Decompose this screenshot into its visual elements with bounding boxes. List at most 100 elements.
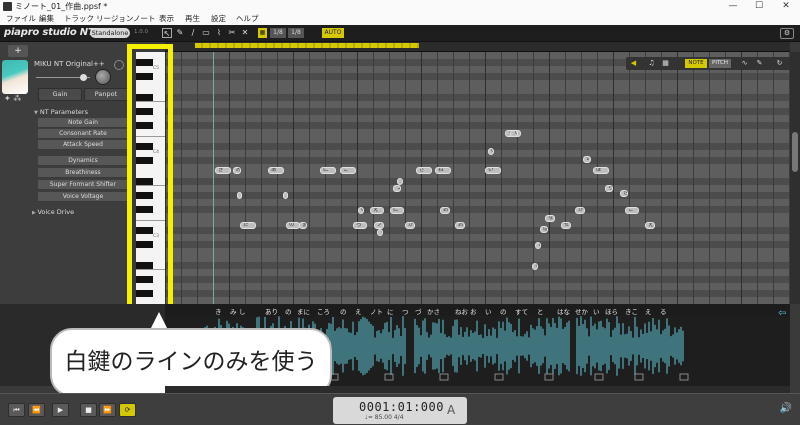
- lyric-syllable[interactable]: の: [285, 306, 292, 316]
- cursor-icon[interactable]: ↖: [162, 28, 172, 38]
- note-block[interactable]: と: [535, 242, 541, 249]
- settings-button[interactable]: ⚙: [780, 28, 794, 39]
- lyric-syllable[interactable]: お: [470, 306, 477, 316]
- lyric-syllable[interactable]: る: [660, 306, 667, 316]
- note-block[interactable]: お: [455, 222, 465, 229]
- lyric-syllable[interactable]: と: [537, 306, 544, 316]
- menu-note[interactable]: ノート: [133, 13, 156, 25]
- note-block[interactable]: こ: [340, 167, 356, 174]
- add-track-button[interactable]: +: [8, 45, 28, 57]
- note-block[interactable]: あ: [268, 167, 284, 174]
- panpot-button[interactable]: Panpot: [84, 88, 128, 101]
- segment-marker-icon[interactable]: [594, 373, 604, 381]
- lyric-syllable[interactable]: すて: [515, 306, 528, 316]
- vertical-scrollbar[interactable]: [790, 52, 800, 304]
- lyric-syllable[interactable]: きこ: [625, 306, 638, 316]
- note-block[interactable]: ほ: [593, 167, 609, 174]
- lyric-syllable[interactable]: き: [215, 306, 222, 316]
- segment-marker-icon[interactable]: [384, 373, 394, 381]
- note-block[interactable]: い: [583, 156, 591, 163]
- lyric-syllable[interactable]: ころ: [317, 306, 330, 316]
- snap-icon[interactable]: ▦: [258, 28, 267, 38]
- close-button[interactable]: ✕: [778, 0, 794, 13]
- brush-icon[interactable]: ⌇: [214, 28, 224, 38]
- note-block[interactable]: か: [405, 222, 415, 229]
- forward-button[interactable]: ⏩: [99, 403, 116, 417]
- menu-file[interactable]: ファイル: [6, 13, 36, 25]
- eraser-icon[interactable]: ▭: [201, 28, 211, 38]
- note-block[interactable]: お: [440, 207, 450, 214]
- menu-view[interactable]: 表示: [159, 13, 174, 25]
- segment-marker-icon[interactable]: [494, 373, 504, 381]
- note-block[interactable]: さ: [416, 167, 432, 174]
- lyric-syllable[interactable]: に: [387, 306, 394, 316]
- lyric-syllable[interactable]: の: [500, 306, 507, 316]
- menu-settings[interactable]: 設定: [211, 13, 226, 25]
- menu-region[interactable]: リージョン: [96, 13, 133, 25]
- note-block[interactable]: の: [488, 148, 494, 155]
- lyric-syllable[interactable]: つ: [402, 306, 409, 316]
- segment-marker-icon[interactable]: [679, 373, 689, 381]
- note-block[interactable]: ら: [605, 185, 613, 192]
- lyric-syllable[interactable]: の: [340, 306, 347, 316]
- singer-avatar[interactable]: [2, 60, 28, 94]
- note-mode-button[interactable]: NOTE: [685, 59, 707, 68]
- lyric-syllable[interactable]: ねお: [455, 306, 468, 316]
- note-block[interactable]: か: [575, 207, 585, 214]
- gain-button[interactable]: Gain: [38, 88, 82, 101]
- loop-button[interactable]: ⟳: [119, 403, 136, 417]
- param-breathiness[interactable]: Breathiness: [38, 168, 128, 178]
- param-voice-voltage[interactable]: Voice Voltage: [38, 192, 128, 202]
- quantize-select[interactable]: 1/8: [270, 28, 286, 38]
- note-block[interactable]: に: [390, 207, 404, 214]
- timeline-ruler[interactable]: [165, 42, 790, 52]
- note-block[interactable]: ト: [377, 229, 383, 236]
- auto-toggle[interactable]: AUTO: [322, 28, 344, 38]
- segment-marker-icon[interactable]: [439, 373, 449, 381]
- note-block[interactable]: ノ: [374, 222, 384, 229]
- lyric-syllable[interactable]: ノト: [370, 306, 383, 316]
- note-block[interactable]: た: [240, 222, 256, 229]
- note-block[interactable]: え: [645, 222, 655, 229]
- param-attack-speed[interactable]: Attack Speed: [38, 140, 128, 150]
- piano-roll[interactable]: きみしたありのまにころのえノトにつづかさねおおいのすてとはなせかいほらきこえる: [165, 52, 790, 304]
- minimize-button[interactable]: —: [725, 0, 741, 13]
- rewind-start-button[interactable]: ⏮: [8, 403, 25, 417]
- menu-help[interactable]: ヘルプ: [236, 13, 259, 25]
- curve-icon[interactable]: ∿: [739, 58, 750, 69]
- loop-region[interactable]: [195, 43, 419, 48]
- refresh-icon[interactable]: ↻: [774, 58, 785, 69]
- vertical-scroll-thumb[interactable]: [792, 132, 798, 172]
- note-block[interactable]: な: [545, 215, 555, 222]
- menu-track[interactable]: トラック: [64, 13, 94, 25]
- note-block[interactable]: み: [233, 167, 241, 174]
- pitch-mode-button[interactable]: PITCH: [709, 59, 731, 68]
- menu-play[interactable]: 再生: [185, 13, 200, 25]
- line-icon[interactable]: ∕: [188, 28, 198, 38]
- note-block[interactable]: て: [510, 130, 518, 137]
- stop-button[interactable]: ■: [80, 403, 97, 417]
- play-button[interactable]: ▶: [52, 403, 69, 417]
- segment-marker-icon[interactable]: [544, 373, 554, 381]
- note-block[interactable]: ね: [435, 167, 451, 174]
- note-block[interactable]: き: [215, 167, 231, 174]
- notes-icon[interactable]: ♫: [646, 58, 657, 69]
- note-block[interactable]: り: [283, 192, 288, 199]
- note-block[interactable]: る: [532, 263, 538, 270]
- segment-marker-icon[interactable]: [634, 373, 644, 381]
- grid-icon[interactable]: ▦: [660, 58, 671, 69]
- lyric-syllable[interactable]: づ: [415, 306, 422, 316]
- note-block[interactable]: こ: [625, 207, 639, 214]
- length-select[interactable]: 1/8: [288, 28, 304, 38]
- note-block[interactable]: え: [370, 207, 384, 214]
- lyric-syllable[interactable]: み: [230, 306, 237, 316]
- track-select-icon[interactable]: [114, 60, 124, 70]
- a-icon[interactable]: A: [447, 403, 455, 417]
- note-block[interactable]: せ: [561, 222, 571, 229]
- note-block[interactable]: き: [620, 190, 628, 197]
- note-block[interactable]: の: [286, 222, 300, 229]
- lyric-strip[interactable]: きみしありのまに ころのえノトにつづかさ ねおおいのすてとはな せかいほら きこえる: [165, 304, 790, 316]
- menu-edit[interactable]: 編集: [39, 13, 54, 25]
- volume-thumb[interactable]: [80, 74, 87, 81]
- speaker-icon[interactable]: 🔊: [780, 403, 792, 414]
